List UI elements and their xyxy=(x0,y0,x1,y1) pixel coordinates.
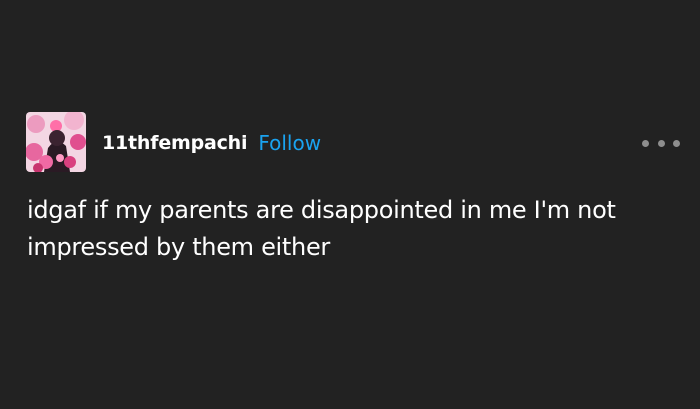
dot xyxy=(673,139,680,147)
avatar[interactable] xyxy=(26,112,86,172)
username-link[interactable]: 11thfempachi xyxy=(102,132,248,154)
tumblr-post: 11thfempachi Follow idgaf if my parents … xyxy=(0,0,700,409)
avatar-image xyxy=(26,112,86,172)
post-body-text: idgaf if my parents are disappointed in … xyxy=(27,196,616,261)
follow-button[interactable]: Follow xyxy=(258,131,321,155)
post-header: 11thfempachi Follow xyxy=(102,128,321,158)
more-options-icon[interactable] xyxy=(642,136,680,150)
dot xyxy=(657,139,665,147)
dot xyxy=(642,139,649,147)
